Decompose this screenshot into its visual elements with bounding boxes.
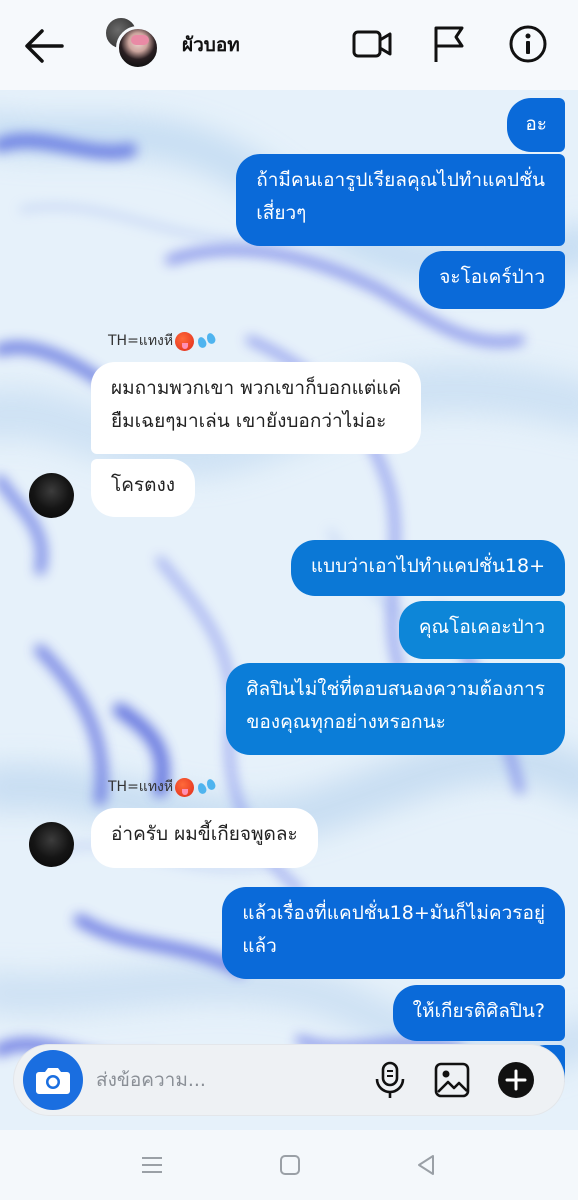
- info-icon[interactable]: [506, 22, 550, 66]
- sender-tag: TH=แทงหี: [108, 330, 218, 352]
- message-text: ยืมเฉยๆมาเล่น เขายังบอกว่าไม่อะ: [111, 410, 387, 432]
- incoming-message[interactable]: ผมถามพวกเขา พวกเขาก็บอกแต่แค่ ยืมเฉยๆมาเ…: [91, 362, 422, 454]
- sweat-droplets-emoji-icon: [196, 777, 218, 797]
- system-navigation-bar: [0, 1130, 578, 1200]
- message-text: ของคุณทุกอย่างหรอกนะ: [246, 711, 446, 733]
- message-text: อะ: [525, 113, 547, 135]
- message-text: แล้วเรื่องที่แคปชั่น18+มันก็ไม่ควรอยู่: [242, 902, 545, 924]
- message-list[interactable]: อะ ถ้ามีคนเอารูปเรียลคุณไปทำแคปชั่น เสี่…: [0, 90, 578, 1130]
- message-text: โครตงง: [111, 474, 176, 496]
- recent-apps-icon[interactable]: [139, 1152, 165, 1178]
- outgoing-message[interactable]: ศิลปินไม่ใช่ที่ตอบสนองความต้องการ ของคุณ…: [226, 663, 565, 755]
- sender-name: TH=แทงหี: [108, 333, 174, 349]
- message-text: แล้ว: [242, 935, 277, 957]
- flag-icon[interactable]: [428, 22, 472, 66]
- microphone-icon[interactable]: [370, 1059, 410, 1101]
- message-composer: [14, 1045, 564, 1115]
- plus-icon[interactable]: [496, 1059, 536, 1101]
- outgoing-message[interactable]: ให้เกียรติศิลปิน?: [392, 985, 565, 1041]
- outgoing-message[interactable]: ถ้ามีคนเอารูปเรียลคุณไปทำแคปชั่น เสี่ยวๆ: [236, 154, 565, 246]
- system-back-icon[interactable]: [413, 1152, 439, 1178]
- peer-avatar[interactable]: [29, 822, 74, 867]
- incoming-message[interactable]: โครตงง: [91, 459, 196, 517]
- sender-tag: TH=แทงหี: [108, 776, 218, 798]
- sweat-droplets-emoji-icon: [196, 331, 218, 351]
- message-text: ถ้ามีคนเอารูปเรียลคุณไปทำแคปชั่น: [256, 169, 545, 191]
- contact-avatar[interactable]: [104, 16, 160, 72]
- hot-face-emoji-icon: [175, 331, 195, 351]
- sender-name: TH=แทงหี: [108, 779, 174, 795]
- outgoing-message[interactable]: แล้วเรื่องที่แคปชั่น18+มันก็ไม่ควรอยู่ แ…: [222, 887, 565, 979]
- gallery-icon[interactable]: [432, 1059, 472, 1101]
- outgoing-message[interactable]: จะโอเคร์ป่าว: [419, 251, 565, 309]
- message-text: ผมถามพวกเขา พวกเขาก็บอกแต่แค่: [111, 377, 402, 399]
- peer-avatar[interactable]: [29, 473, 74, 518]
- message-text: เสี่ยวๆ: [256, 202, 307, 224]
- message-input[interactable]: [96, 1061, 346, 1099]
- contact-name[interactable]: ผัวบอท: [182, 30, 240, 60]
- outgoing-message[interactable]: แบบว่าเอาไปทำแคปชั่น18+: [290, 540, 565, 596]
- outgoing-message[interactable]: อะ: [507, 98, 565, 152]
- camera-icon[interactable]: [23, 1050, 83, 1110]
- message-text: แบบว่าเอาไปทำแคปชั่น18+: [310, 555, 545, 577]
- message-text: อ่าครับ ผมขี้เกียจพูดละ: [111, 823, 298, 845]
- message-text: จะโอเคร์ป่าว: [439, 266, 545, 288]
- home-icon[interactable]: [277, 1152, 303, 1178]
- incoming-message[interactable]: อ่าครับ ผมขี้เกียจพูดละ: [91, 808, 318, 868]
- message-text: ศิลปินไม่ใช่ที่ตอบสนองความต้องการ: [246, 678, 545, 700]
- chat-header: ผัวบอท: [0, 0, 578, 90]
- outgoing-message[interactable]: คุณโอเคอะป่าว: [398, 601, 565, 659]
- message-text: คุณโอเคอะป่าว: [418, 616, 545, 638]
- back-arrow-icon[interactable]: [22, 26, 66, 66]
- avatar-primary: [116, 26, 160, 70]
- hot-face-emoji-icon: [175, 777, 195, 797]
- video-call-icon[interactable]: [350, 22, 394, 66]
- message-text: ให้เกียรติศิลปิน?: [412, 1000, 545, 1022]
